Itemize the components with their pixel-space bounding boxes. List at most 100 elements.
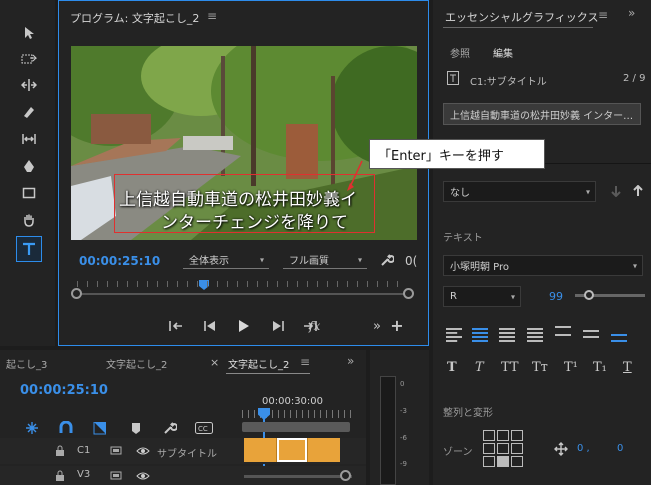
track-select-tool-icon[interactable] bbox=[18, 48, 40, 70]
font-weight-value: R bbox=[450, 291, 457, 302]
push-style-down-icon[interactable] bbox=[609, 184, 623, 198]
add-marker-icon[interactable] bbox=[128, 420, 144, 436]
audio-meter-label-9: -9 bbox=[400, 460, 407, 468]
timeline-settings-wrench-icon[interactable] bbox=[162, 420, 178, 436]
timeline-ruler-time: 00:00:30:00 bbox=[262, 396, 324, 407]
playback-quality-select[interactable]: フル画質 ▾ bbox=[283, 251, 367, 269]
eye-icon[interactable] bbox=[136, 471, 150, 481]
selection-tool-icon[interactable] bbox=[18, 22, 40, 44]
program-monitor-title[interactable]: プログラム: 文字起こし_2 bbox=[70, 10, 199, 26]
zoom-level-select[interactable]: 全体表示 ▾ bbox=[183, 251, 269, 269]
style-select-value: なし bbox=[450, 188, 470, 199]
layer-count: 2 / 9 bbox=[623, 73, 646, 84]
chevron-down-icon: ▾ bbox=[632, 261, 637, 270]
push-style-up-icon[interactable] bbox=[631, 184, 645, 198]
subscript-button[interactable]: T₁ bbox=[593, 360, 607, 375]
video-frame[interactable]: 上信越自動車道の松井田妙義イ ンターチェンジを降りて bbox=[71, 46, 417, 240]
tab-edit[interactable]: 編集 bbox=[493, 45, 513, 60]
superscript-button[interactable]: T¹ bbox=[564, 360, 578, 375]
faux-italic-button[interactable]: T bbox=[475, 360, 484, 375]
align-bottom-icon[interactable] bbox=[611, 334, 627, 342]
timeline-timecode[interactable]: 00:00:25:10 bbox=[20, 383, 108, 398]
small-caps-button[interactable]: Tт bbox=[532, 360, 548, 375]
scrub-bar[interactable] bbox=[71, 287, 414, 301]
eye-icon[interactable] bbox=[136, 446, 150, 456]
type-tool-icon[interactable] bbox=[16, 236, 42, 262]
font-family-select[interactable]: 小塚明朝 Pro ▾ bbox=[443, 255, 643, 276]
zone-grid[interactable] bbox=[483, 430, 523, 468]
settings-wrench-icon[interactable] bbox=[379, 252, 395, 268]
step-back-icon[interactable] bbox=[201, 318, 219, 334]
expand-panel-icon[interactable]: » bbox=[347, 354, 354, 368]
tab-sequence-3[interactable]: 起こし_3 bbox=[6, 356, 47, 371]
lock-icon[interactable] bbox=[55, 470, 65, 481]
step-forward-icon[interactable] bbox=[269, 318, 287, 334]
tab-browse[interactable]: 参照 bbox=[450, 45, 470, 60]
font-size-slider-handle[interactable] bbox=[584, 290, 594, 300]
expand-panel-icon[interactable]: » bbox=[628, 6, 635, 20]
instruction-callout-text: 「Enter」キーを押す bbox=[378, 148, 504, 164]
go-to-in-icon[interactable] bbox=[167, 318, 185, 334]
style-select[interactable]: なし ▾ bbox=[443, 181, 596, 202]
justify-icon[interactable] bbox=[527, 328, 543, 342]
ripple-edit-tool-icon[interactable] bbox=[18, 74, 40, 96]
panel-menu-icon[interactable]: ≡ bbox=[300, 355, 310, 369]
tab-sequence-2a[interactable]: 文字起こし_2 bbox=[106, 356, 167, 371]
font-weight-select[interactable]: R ▾ bbox=[443, 286, 521, 307]
align-transform-section-title: 整列と変形 bbox=[443, 408, 493, 419]
add-button-icon[interactable]: + bbox=[389, 316, 405, 335]
text-layer-item-label: 上信越自動車道の松井田妙義 インター… bbox=[450, 110, 634, 122]
essential-graphics-title[interactable]: エッセンシャルグラフィックス bbox=[445, 9, 598, 25]
rectangle-tool-icon[interactable] bbox=[18, 182, 40, 204]
horizontal-scrollbar[interactable] bbox=[244, 475, 352, 478]
lock-icon[interactable] bbox=[55, 445, 65, 456]
zoom-level-value: 全体表示 bbox=[189, 256, 229, 267]
position-move-icon[interactable] bbox=[553, 441, 569, 457]
panel-menu-icon[interactable]: ≡ bbox=[598, 8, 608, 22]
chevron-down-icon: ▾ bbox=[510, 292, 515, 301]
align-left-icon[interactable] bbox=[446, 328, 462, 342]
chevron-down-icon: ▾ bbox=[357, 255, 362, 264]
scroll-handle-right[interactable] bbox=[340, 470, 351, 481]
playhead-timecode[interactable]: 00:00:25:10 bbox=[79, 254, 160, 268]
align-middle-icon[interactable] bbox=[583, 330, 599, 338]
linked-selection-icon[interactable] bbox=[92, 420, 108, 436]
program-monitor: プログラム: 文字起こし_2 ≡ 上信越自動車道の松井田妙義イ ンターチェンジを… bbox=[58, 0, 545, 346]
audio-meter-label-6: -6 bbox=[400, 434, 407, 442]
effects-fx-icon[interactable]: fx bbox=[309, 319, 320, 333]
work-area-bar[interactable] bbox=[242, 422, 350, 432]
panel-menu-icon[interactable]: ≡ bbox=[207, 9, 217, 23]
all-caps-button[interactable]: TT bbox=[501, 360, 519, 375]
film-icon[interactable] bbox=[110, 445, 122, 456]
align-center-icon[interactable] bbox=[472, 328, 488, 342]
zoom-handle-left[interactable] bbox=[71, 288, 82, 299]
slip-tool-icon[interactable] bbox=[18, 128, 40, 150]
text-layer-item[interactable]: 上信越自動車道の松井田妙義 インター… bbox=[443, 103, 641, 125]
zoom-handle-right[interactable] bbox=[403, 288, 414, 299]
faux-bold-button[interactable]: T bbox=[447, 360, 457, 375]
align-top-icon[interactable] bbox=[555, 326, 571, 336]
more-controls-icon[interactable]: » bbox=[369, 318, 385, 334]
razor-tool-icon[interactable] bbox=[18, 101, 40, 123]
snap-magnet-icon[interactable] bbox=[58, 420, 74, 436]
position-x-value[interactable]: 0 , bbox=[577, 443, 590, 454]
snap-nest-icon[interactable] bbox=[24, 420, 40, 436]
align-right-icon[interactable] bbox=[499, 328, 515, 342]
callout-arrow bbox=[347, 160, 363, 191]
tab-sequence-2b[interactable]: 文字起こし_2 bbox=[228, 356, 289, 371]
layer-name: C1:サブタイトル bbox=[470, 77, 547, 88]
caption-clip[interactable] bbox=[244, 438, 340, 462]
subtitle-line-2: ンターチェンジを降りて bbox=[161, 213, 348, 233]
captions-icon[interactable]: CC bbox=[194, 420, 214, 436]
play-icon[interactable] bbox=[235, 317, 253, 335]
hand-tool-icon[interactable] bbox=[18, 209, 40, 231]
underline-button[interactable]: T bbox=[623, 360, 632, 375]
film-icon[interactable] bbox=[110, 470, 122, 481]
svg-text:CC: CC bbox=[198, 425, 208, 433]
close-tab-icon[interactable]: × bbox=[210, 356, 219, 369]
track-c1-name: サブタイトル bbox=[157, 449, 217, 460]
pen-tool-icon[interactable] bbox=[18, 155, 40, 177]
track-v3-label: V3 bbox=[77, 469, 91, 480]
font-size-value[interactable]: 99 bbox=[549, 290, 563, 303]
position-y-value[interactable]: 0 bbox=[617, 443, 623, 454]
